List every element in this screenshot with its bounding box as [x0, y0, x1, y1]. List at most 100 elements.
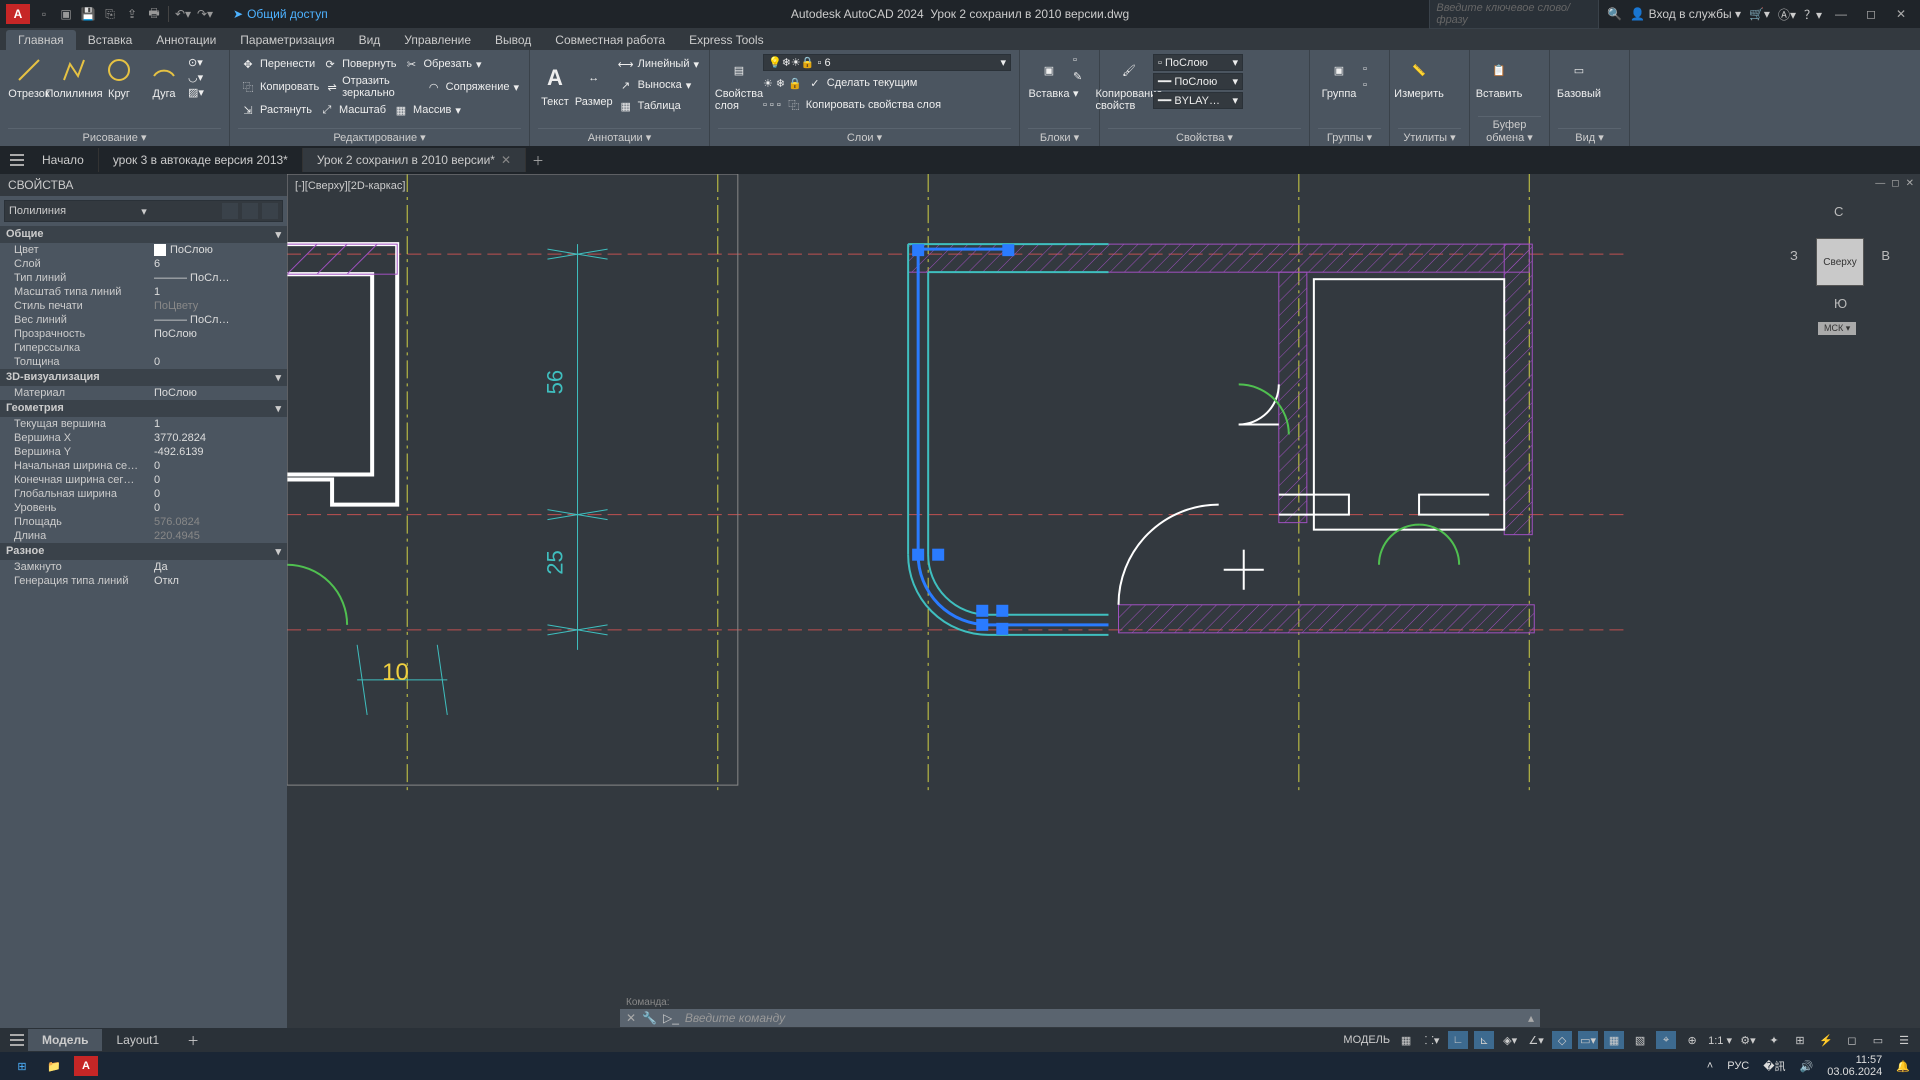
otrack-toggle[interactable]: ▭▾ — [1578, 1031, 1598, 1049]
tab-collab[interactable]: Совместная работа — [543, 30, 677, 50]
layer-a-icon[interactable]: ▫ — [763, 99, 767, 111]
transparency-toggle[interactable]: ▧ — [1630, 1031, 1650, 1049]
close-button[interactable]: ✕ — [1890, 5, 1912, 23]
copy-button[interactable]: ⿻Копировать — [238, 77, 321, 97]
group-edit-icon[interactable]: ▫ — [1363, 79, 1367, 91]
isolate-icon[interactable]: ◻ — [1842, 1031, 1862, 1049]
make-current-button[interactable]: ✓Сделать текущим — [805, 73, 919, 93]
tab-annotate[interactable]: Аннотации — [144, 30, 228, 50]
table-button[interactable]: ▦Таблица — [616, 96, 701, 116]
snap-toggle[interactable]: ⸬▾ — [1422, 1031, 1442, 1049]
undo-icon[interactable]: ↶▾ — [175, 6, 191, 22]
layout1-tab[interactable]: Layout1 — [102, 1029, 173, 1051]
cleanscreen-icon[interactable]: ▭ — [1868, 1031, 1888, 1049]
layer-misc3-icon[interactable]: 🔒 — [788, 77, 802, 90]
pickadd-icon[interactable] — [262, 203, 278, 219]
share-button[interactable]: ➤ Общий доступ — [233, 7, 328, 21]
hw-accel-icon[interactable]: ⚡ — [1816, 1031, 1836, 1049]
linetype-combo[interactable]: ━━ BYLAY…▾ — [1153, 92, 1243, 109]
explorer-icon[interactable]: 📁 — [42, 1056, 66, 1076]
viewcube-n[interactable]: С — [1834, 204, 1843, 219]
saveas-icon[interactable]: ⎘ — [102, 6, 118, 22]
osnap-toggle[interactable]: ◇ — [1552, 1031, 1572, 1049]
gear-icon[interactable]: ⚙▾ — [1738, 1031, 1758, 1049]
stretch-button[interactable]: ⇲Растянуть — [238, 100, 314, 120]
text-button[interactable]: AТекст — [538, 62, 572, 108]
mirror-button[interactable]: ⇌Отразить зеркально — [324, 74, 420, 100]
section-geometry[interactable]: Геометрия▾ — [0, 400, 287, 417]
open-icon[interactable]: ▣ — [58, 6, 74, 22]
doctabs-menu-icon[interactable] — [6, 150, 28, 170]
layer-combo[interactable]: 💡❄☀🔒 ▫ 6▾ — [763, 54, 1011, 71]
group-button[interactable]: ▣Группа — [1318, 54, 1360, 100]
block-insert-button[interactable]: ▣Вставка — [1028, 54, 1070, 100]
lwt-toggle[interactable]: ▦ — [1604, 1031, 1624, 1049]
measure-button[interactable]: 📏Измерить — [1398, 54, 1440, 100]
wifi-icon[interactable]: �訊 — [1763, 1058, 1785, 1074]
model-space-label[interactable]: МОДЕЛЬ — [1343, 1034, 1390, 1046]
draw-hatch-icon[interactable]: ▨▾ — [188, 86, 204, 99]
tab-home[interactable]: Главная — [6, 30, 76, 50]
language-indicator[interactable]: РУС — [1727, 1060, 1749, 1072]
paste-button[interactable]: 📋Вставить — [1478, 54, 1520, 100]
block-edit-icon[interactable]: ✎ — [1073, 70, 1082, 83]
selection-type[interactable]: Полилиния — [9, 205, 66, 217]
model-tab[interactable]: Модель — [28, 1029, 102, 1051]
tab-doc1[interactable]: урок 3 в автокаде версия 2013* — [99, 148, 303, 172]
cmd-history-icon[interactable]: ▴ — [1528, 1011, 1534, 1025]
draw-misc2-icon[interactable]: ◡▾ — [188, 71, 204, 84]
matchprop-button[interactable]: 🖌Копирование свойств — [1108, 54, 1150, 112]
command-input[interactable]: Введите команду — [685, 1011, 1522, 1025]
rotate-button[interactable]: ⟳Повернуть — [320, 54, 398, 74]
start-button[interactable]: ⊞ — [10, 1056, 34, 1076]
tab-insert[interactable]: Вставка — [76, 30, 145, 50]
quickselect-icon[interactable] — [222, 203, 238, 219]
maximize-button[interactable]: ◻ — [1860, 5, 1882, 23]
app-logo[interactable]: A — [6, 4, 30, 24]
view-cube[interactable]: С З В Ю Сверху МСК ▾ — [1790, 204, 1890, 344]
layer-c-icon[interactable]: ▫ — [777, 99, 781, 111]
save-icon[interactable]: 💾 — [80, 6, 96, 22]
help-search-input[interactable]: Введите ключевое слово/фразу — [1429, 0, 1599, 29]
tab-start[interactable]: Начало — [28, 148, 99, 172]
tab-doc2[interactable]: Урок 2 сохранил в 2010 версии*✕ — [303, 148, 526, 172]
tab-output[interactable]: Вывод — [483, 30, 543, 50]
command-line[interactable]: Команда: ✕ 🔧 ▷_ Введите команду ▴ — [620, 996, 1540, 1027]
trim-button[interactable]: ✂Обрезать ▾ — [401, 54, 483, 74]
viewcube-e[interactable]: В — [1881, 248, 1890, 263]
dyn-toggle[interactable]: ⊕ — [1682, 1031, 1702, 1049]
close-icon[interactable]: ✕ — [501, 153, 511, 167]
layout-menu-icon[interactable] — [6, 1030, 28, 1050]
a360-icon[interactable]: Ⓐ▾ — [1778, 6, 1796, 23]
search-icon[interactable]: 🔍 — [1607, 7, 1622, 21]
notifications-icon[interactable]: 🔔 — [1896, 1060, 1910, 1073]
block-attr-icon[interactable]: ▾ — [1073, 87, 1082, 100]
anno-scale[interactable]: 1:1 ▾ — [1708, 1034, 1732, 1047]
viewcube-s[interactable]: Ю — [1834, 296, 1847, 311]
tab-manage[interactable]: Управление — [392, 30, 483, 50]
tray-chevron-icon[interactable]: ˄ — [1707, 1060, 1713, 1072]
workspace-icon[interactable]: ✦ — [1764, 1031, 1784, 1049]
layer-misc2-icon[interactable]: ❄ — [776, 77, 785, 90]
linear-dim-button[interactable]: ⟷Линейный ▾ — [616, 54, 701, 74]
signin-button[interactable]: 👤 Вход в службы ▾ — [1630, 7, 1741, 21]
select-sim-icon[interactable] — [242, 203, 258, 219]
wcs-label[interactable]: МСК ▾ — [1818, 322, 1856, 335]
cmd-close-icon[interactable]: ✕ — [626, 1011, 636, 1025]
autocad-task-icon[interactable]: A — [74, 1056, 98, 1076]
tab-parametric[interactable]: Параметризация — [228, 30, 346, 50]
line-button[interactable]: Отрезок — [8, 54, 50, 100]
layer-b-icon[interactable]: ▫ — [770, 99, 774, 111]
circle-button[interactable]: Круг — [98, 54, 140, 100]
color-combo[interactable]: ▫ ПоСлою▾ — [1153, 54, 1243, 71]
baseview-button[interactable]: ▭Базовый — [1558, 54, 1600, 100]
volume-icon[interactable]: 🔊 — [1800, 1060, 1814, 1073]
customize-status-icon[interactable]: ☰ — [1894, 1031, 1914, 1049]
web-icon[interactable]: ⇪ — [124, 6, 140, 22]
ungroup-icon[interactable]: ▫ — [1363, 63, 1367, 75]
viewcube-w[interactable]: З — [1790, 248, 1798, 263]
new-icon[interactable]: ▫ — [36, 6, 52, 22]
dimension-button[interactable]: ↔Размер — [575, 62, 613, 108]
plot-icon[interactable]: 🖶 — [146, 6, 162, 22]
layer-props-button[interactable]: ▤Свойства слоя — [718, 54, 760, 112]
